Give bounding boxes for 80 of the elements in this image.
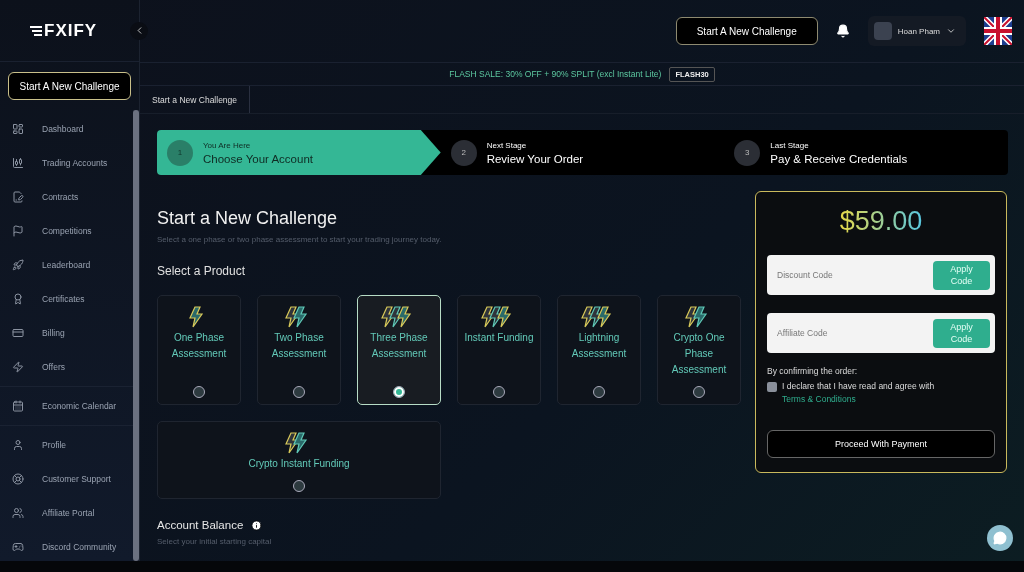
page-subtitle: Select a one phase or two phase assessment to start your trading journey today. — [157, 235, 443, 244]
product-card[interactable]: Lightning Assessment — [557, 295, 641, 405]
radio[interactable] — [493, 386, 505, 398]
product-label: Three Phase Assessment — [369, 331, 429, 361]
chat-icon — [993, 531, 1007, 545]
lifebuoy-icon — [12, 473, 24, 485]
section-title: Select a Product — [157, 264, 247, 278]
nav-item[interactable]: Contracts — [0, 180, 133, 214]
step-number: 3 — [734, 139, 761, 166]
card-icon — [12, 327, 24, 339]
step-caption: Next Stage — [486, 140, 528, 150]
nav-item[interactable]: Economic Calendar — [0, 389, 133, 423]
step-title: Choose Your Account — [203, 152, 313, 165]
user-menu[interactable]: Hoan Pham — [867, 16, 966, 46]
section-subtitle: Select your initial starting capital — [157, 537, 273, 546]
scrollbar[interactable] — [133, 110, 139, 561]
product-label: Crypto One Phase Assessment — [670, 331, 728, 377]
step-caption: You Are Here — [203, 140, 252, 150]
nav-item[interactable]: Billing — [0, 316, 133, 350]
promo-text: FLASH SALE: 30% OFF + 90% SPLIT (excl Instant Lite) — [449, 69, 662, 79]
product-card[interactable]: Instant Funding — [457, 295, 541, 405]
chat-button[interactable] — [987, 525, 1013, 551]
nav-item[interactable]: Affiliate Portal — [0, 496, 133, 530]
product-label: Lightning Assessment — [570, 331, 628, 361]
step-title: Review Your Order — [486, 152, 584, 165]
product-label: Instant Funding — [464, 331, 534, 345]
info-icon[interactable] — [251, 519, 263, 531]
signature-icon — [12, 191, 24, 203]
radio[interactable] — [693, 386, 705, 398]
product-card[interactable]: Crypto One Phase Assessment — [657, 295, 741, 405]
flag-icon — [12, 225, 24, 237]
award-icon — [12, 293, 24, 305]
product-card[interactable]: One Phase Assessment — [157, 295, 241, 405]
checkbox[interactable] — [767, 382, 777, 392]
nav-item[interactable]: Offers — [0, 350, 133, 384]
agree-text: I declare that I have read and agree with Terms & Conditions — [782, 380, 936, 406]
radio[interactable] — [593, 386, 605, 398]
page-title: Start a New Challenge — [157, 208, 339, 229]
radio[interactable] — [293, 386, 305, 398]
step-number: 2 — [450, 139, 477, 166]
gamepad-icon — [12, 541, 24, 553]
new-challenge-button[interactable]: Start A New Challenge — [675, 17, 818, 45]
calendar-icon — [12, 400, 24, 412]
nav-item[interactable]: Trading Accounts — [0, 146, 133, 180]
logo-text: FXIFY — [44, 20, 98, 41]
nav-item[interactable]: Competitions — [0, 214, 133, 248]
nav-item[interactable]: Discord Community — [0, 530, 133, 564]
nav-item[interactable]: Leaderboard — [0, 248, 133, 282]
new-challenge-button[interactable]: Start A New Challenge — [8, 72, 131, 100]
product-label: Crypto Instant Funding — [248, 457, 350, 471]
section-title: Account Balance — [157, 519, 244, 531]
product-card[interactable]: Two Phase Assessment — [257, 295, 341, 405]
product-label: Two Phase Assessment — [270, 331, 328, 361]
product-card[interactable]: Three Phase Assessment — [357, 295, 441, 405]
chevron-down-icon — [946, 26, 956, 36]
step-caption: Last Stage — [770, 140, 810, 150]
confirm-text: By confirming the order: — [767, 366, 859, 376]
step-title: Pay & Receive Credentials — [770, 152, 908, 165]
avatar — [873, 22, 892, 40]
bell-icon[interactable] — [835, 24, 850, 38]
nav-item[interactable]: Profile — [0, 428, 133, 462]
lightning-icon — [12, 361, 24, 373]
rocket-icon — [12, 259, 24, 271]
product-card[interactable]: Crypto Instant Funding — [157, 421, 441, 499]
nav-item[interactable]: Certificates — [0, 282, 133, 316]
radio[interactable] — [193, 386, 205, 398]
dashboard-icon — [12, 123, 24, 135]
terms-link[interactable]: Terms & Conditions — [782, 394, 856, 404]
breadcrumb[interactable]: Start a New Challenge — [152, 86, 251, 113]
user-icon — [12, 439, 24, 451]
logo-icon — [30, 24, 42, 37]
flag-icon[interactable] — [984, 17, 1012, 45]
radio[interactable] — [293, 480, 305, 492]
nav-item[interactable]: Customer Support — [0, 462, 133, 496]
proceed-button[interactable]: Proceed With Payment — [767, 430, 995, 458]
chart-icon — [12, 157, 24, 169]
radio[interactable] — [393, 386, 405, 398]
nav-item[interactable]: Dashboard — [0, 112, 133, 146]
users-icon — [12, 507, 24, 519]
product-label: One Phase Assessment — [170, 331, 228, 361]
